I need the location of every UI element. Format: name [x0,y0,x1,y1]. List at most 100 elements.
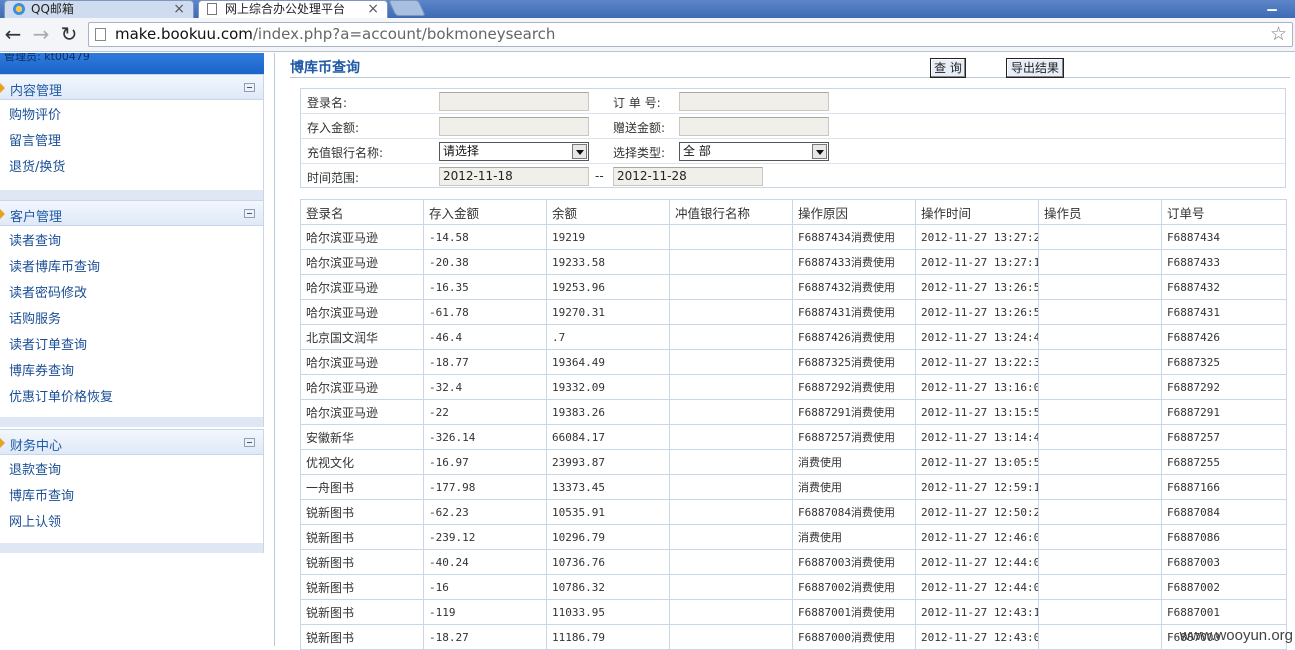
address-bar[interactable]: make.bookuu.com/index.php?a=account/bokm… [88,22,1293,47]
tab-office-platform[interactable]: 网上综合办公处理平台 × [198,0,388,18]
table-cell [1039,250,1162,275]
tab-close-icon[interactable]: × [367,1,379,17]
table-cell: F6887084消费使用 [793,500,916,525]
sidebar-item-message-manage[interactable]: 留言管理 [0,129,263,155]
sidebar-section-customer: 客户管理 读者查询 读者博库币查询 读者密码修改 话购服务 读者订单查询 博库券… [0,200,264,427]
time-label: 时间范围: [307,169,359,186]
admin-label: 管理员: kt00479 [4,53,90,63]
login-input[interactable] [439,92,589,111]
table-cell: -16 [424,575,547,600]
collapse-icon[interactable] [244,83,255,92]
table-cell: F6887255 [1162,450,1287,475]
order-input[interactable] [679,92,829,111]
type-select[interactable]: 全 部 [679,142,829,161]
table-row: 锐新图书-40.2410736.76F6887003消费使用2012-11-27… [301,550,1287,575]
table-row: 一舟图书-177.9813373.45消费使用2012-11-27 12:59:… [301,475,1287,500]
table-cell [1039,525,1162,550]
table-cell [1039,375,1162,400]
table-cell [1039,425,1162,450]
table-cell [670,475,793,500]
section-header[interactable]: 财务中心 [0,429,263,455]
sidebar-item-discount-restore[interactable]: 优惠订单价格恢复 [0,385,263,411]
table-cell: F6887003 [1162,550,1287,575]
collapse-icon[interactable] [244,438,255,447]
window-minimize-icon[interactable]: ▁ [1259,0,1285,12]
table-cell: 2012-11-27 13:27:20 [916,225,1039,250]
forward-arrow-icon[interactable]: → [30,23,52,45]
section-header[interactable]: 内容管理 [0,74,263,100]
column-header: 存入金额 [424,200,547,225]
section-arrow-icon [0,438,5,448]
panel-divider [274,53,275,646]
sidebar-item-coupon-query[interactable]: 博库券查询 [0,359,263,385]
sidebar-item-phone-service[interactable]: 话购服务 [0,307,263,333]
export-button[interactable]: 导出结果 [1006,58,1064,78]
back-arrow-icon[interactable]: ← [2,23,24,45]
collapse-icon[interactable] [244,209,255,218]
table-cell [670,350,793,375]
address-url[interactable]: make.bookuu.com/index.php?a=account/bokm… [115,25,555,44]
reload-icon[interactable]: ↻ [58,23,80,45]
table-cell: 23993.87 [547,450,670,475]
table-cell: -119 [424,600,547,625]
sidebar-item-shopping-review[interactable]: 购物评价 [0,103,263,129]
table-cell: 哈尔滨亚马逊 [301,275,424,300]
table-row: 锐新图书-1610786.32F6887002消费使用2012-11-27 12… [301,575,1287,600]
sidebar-item-return-exchange[interactable]: 退货/换货 [0,155,263,181]
sidebar-item-reader-query[interactable]: 读者查询 [0,229,263,255]
table-cell [670,575,793,600]
login-label: 登录名: [307,94,347,111]
table-cell [1039,275,1162,300]
table-row: 优视文化-16.9723993.87消费使用2012-11-27 13:05:5… [301,450,1287,475]
table-cell [670,375,793,400]
table-cell: 2012-11-27 12:46:08 [916,525,1039,550]
new-tab-button[interactable] [388,0,425,16]
dropdown-arrow-icon[interactable] [812,144,827,159]
sidebar-item-refund-query[interactable]: 退款查询 [0,458,263,484]
browser-toolbar: ← → ↻ make.bookuu.com/index.php?a=accoun… [0,18,1295,52]
table-cell: 2012-11-27 13:22:31 [916,350,1039,375]
table-cell: F6887257 [1162,425,1287,450]
table-cell: F6887001 [1162,600,1287,625]
table-cell: 19332.09 [547,375,670,400]
qq-favicon-icon [13,3,25,15]
results-table: 登录名存入金额余额冲值银行名称操作原因操作时间操作员订单号 哈尔滨亚马逊-14.… [300,199,1287,650]
table-row: 哈尔滨亚马逊-14.5819219F6887434消费使用2012-11-27 … [301,225,1287,250]
sidebar-item-reader-password[interactable]: 读者密码修改 [0,281,263,307]
deposit-input[interactable] [439,117,589,136]
section-header[interactable]: 客户管理 [0,200,263,226]
time-from-input[interactable]: 2012-11-18 [439,167,589,186]
table-cell: 消费使用 [793,525,916,550]
time-to-input[interactable]: 2012-11-28 [613,167,763,186]
sidebar-item-reader-orders[interactable]: 读者订单查询 [0,333,263,359]
sidebar: 管理员: kt00479 内容管理 购物评价 留言管理 退货/换货 客户管理 读… [0,53,264,646]
sidebar-item-reader-coin-query[interactable]: 读者博库币查询 [0,255,263,281]
bank-select[interactable]: 请选择 [439,142,589,161]
type-label: 选择类型: [613,144,665,161]
table-cell [670,400,793,425]
table-cell: F6887166 [1162,475,1287,500]
sidebar-item-coin-query[interactable]: 博库币查询 [0,484,263,510]
table-cell: 19253.96 [547,275,670,300]
table-cell: 哈尔滨亚马逊 [301,350,424,375]
dropdown-arrow-icon[interactable] [572,144,587,159]
sidebar-section-finance: 财务中心 退款查询 博库币查询 网上认领 [0,429,264,553]
table-cell: 2012-11-27 13:05:56 [916,450,1039,475]
column-header: 操作员 [1039,200,1162,225]
table-cell: 19364.49 [547,350,670,375]
table-header-row: 登录名存入金额余额冲值银行名称操作原因操作时间操作员订单号 [301,200,1287,225]
gift-input[interactable] [679,117,829,136]
table-cell: F6887426 [1162,325,1287,350]
sidebar-item-online-claim[interactable]: 网上认领 [0,510,263,536]
table-cell [1039,600,1162,625]
table-cell: 锐新图书 [301,575,424,600]
table-cell: 10736.76 [547,550,670,575]
bookmark-star-icon[interactable]: ☆ [1270,23,1287,45]
query-button[interactable]: 查 询 [930,58,966,78]
tab-qq-mail[interactable]: QQ邮箱 × [4,0,194,18]
table-cell: 北京国文润华 [301,325,424,350]
tab-close-icon[interactable]: × [173,1,185,17]
table-cell: F6887257消费使用 [793,425,916,450]
section-arrow-icon [0,83,5,93]
table-cell: 2012-11-27 13:15:59 [916,400,1039,425]
